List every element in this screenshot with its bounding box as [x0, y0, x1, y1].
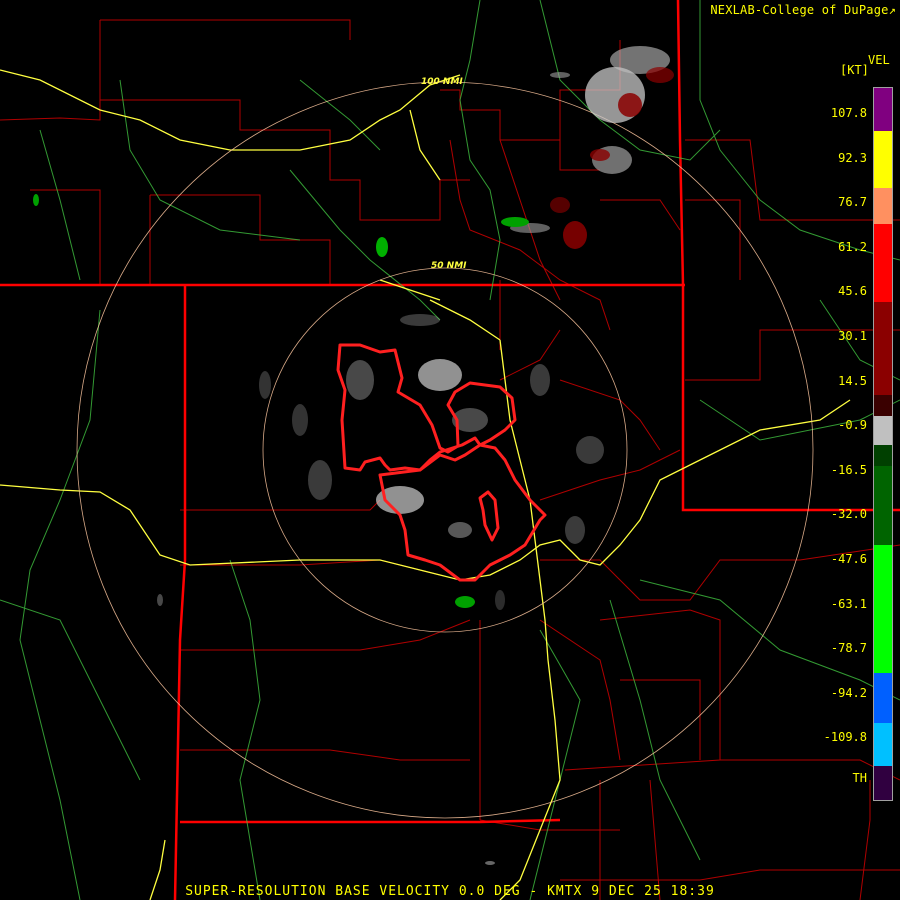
credit-label[interactable]: NEXLAB-College of DuPage↗	[710, 3, 896, 17]
legend-tick-label: -16.5	[830, 462, 867, 477]
colorbar-band	[874, 88, 892, 131]
warning-polygon-inner	[478, 490, 500, 542]
product-title: SUPER-RESOLUTION BASE VELOCITY 0.0 DEG -…	[185, 884, 715, 899]
colorbar-band	[874, 723, 892, 767]
echo-cluster-green	[33, 194, 529, 608]
colorbar-band	[874, 544, 892, 674]
legend-tick-label: 76.7	[838, 195, 867, 210]
legend-unit: [KT]	[840, 63, 869, 77]
colorbar-band	[874, 130, 892, 188]
colorbar-band	[874, 394, 892, 417]
legend-tick-label: 92.3	[838, 150, 867, 165]
echo-cluster-northeast	[510, 46, 674, 249]
external-link-icon[interactable]: ↗	[889, 3, 896, 17]
legend-tick-label: 14.5	[838, 373, 867, 388]
legend-tick-label: -32.0	[830, 507, 867, 522]
legend-tick-label: -63.1	[830, 596, 867, 611]
colorbar-band	[874, 444, 892, 467]
legend-tick-label: -47.6	[830, 552, 867, 566]
legend-tick-label: -94.2	[830, 685, 867, 700]
credit-text[interactable]: NEXLAB-College of DuPage	[710, 3, 888, 17]
legend-tick-label: 45.6	[838, 284, 867, 299]
range-ring-label-100: 100 NMI	[421, 77, 463, 87]
range-ring-label-50: 50 NMI	[431, 261, 467, 271]
legend-tick-label: 30.1	[838, 329, 867, 343]
legend-tick-label: -109.8	[823, 730, 867, 745]
colorbar-band	[874, 673, 892, 724]
county-lines	[0, 19, 900, 900]
legend-tick-label: 61.2	[838, 239, 867, 254]
legend-product: VEL	[868, 53, 890, 67]
colorbar-band	[874, 187, 892, 224]
legend-tick-label: 107.8	[830, 106, 867, 120]
ground-clutter	[157, 314, 604, 865]
colorbar-band	[874, 302, 892, 395]
colorbar-band	[874, 416, 892, 445]
radar-map: 100 NMI 50 NMI	[0, 0, 900, 900]
legend-tick-label: TH	[852, 771, 867, 785]
legend-tick-label: -0.9	[838, 418, 867, 433]
highways	[0, 69, 851, 900]
colorbar-band	[874, 766, 892, 800]
velocity-colorbar	[873, 87, 893, 801]
colorbar-band	[874, 466, 892, 545]
legend-tick-label: -78.7	[830, 641, 867, 656]
colorbar-band	[874, 223, 892, 303]
radar-echoes	[33, 46, 674, 865]
